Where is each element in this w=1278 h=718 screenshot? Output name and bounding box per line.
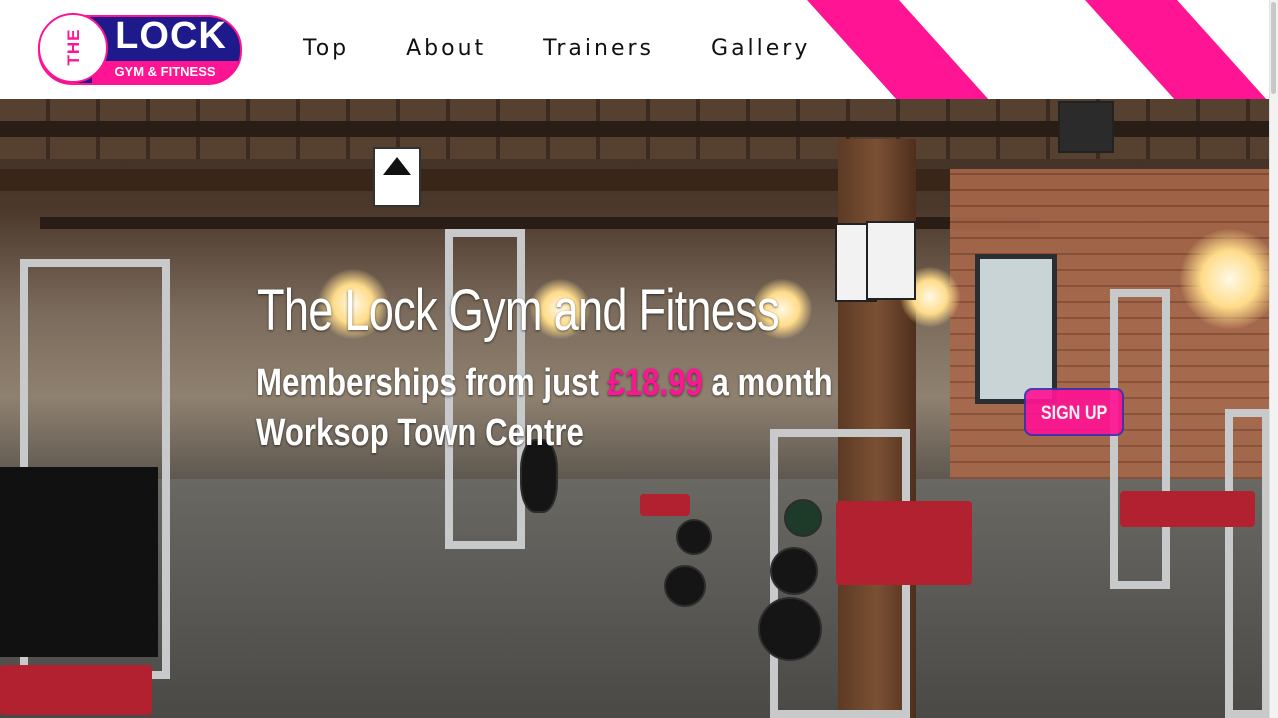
gym-machine <box>1225 409 1270 718</box>
site-header: LOCK GYM & FITNESS THE Top About Trainer… <box>0 0 1278 99</box>
bench-pad <box>640 494 690 516</box>
bench-pad <box>1120 491 1255 527</box>
bench-pad <box>836 501 972 585</box>
logo-the-text: THE <box>64 28 83 66</box>
logo-subtitle: GYM & FITNESS <box>92 61 238 83</box>
notice-sign <box>1058 101 1114 153</box>
weight-plate <box>676 519 712 555</box>
gym-machine <box>1110 289 1170 589</box>
page-scrollbar[interactable] <box>1269 0 1278 718</box>
black-panel <box>0 467 158 657</box>
weight-plate <box>784 499 822 537</box>
sign-up-label: SIGN UP <box>1040 403 1108 424</box>
hero-section: The Lock Gym and Fitness Memberships fro… <box>0 99 1270 718</box>
membership-prefix: Memberships from just <box>256 362 608 404</box>
nav-gallery[interactable]: Gallery <box>711 36 810 61</box>
main-nav: Top About Trainers Gallery <box>303 36 867 61</box>
weight-plate <box>770 547 818 595</box>
bench-pad <box>0 665 152 715</box>
notice-sign <box>866 221 916 300</box>
decorative-stripe <box>1076 0 1278 99</box>
weight-plate <box>758 597 822 661</box>
hero-title: The Lock Gym and Fitness <box>257 278 780 343</box>
nav-about[interactable]: About <box>406 36 486 61</box>
nav-top[interactable]: Top <box>303 36 349 61</box>
weight-plate <box>664 565 706 607</box>
scrollbar-thumb[interactable] <box>1271 2 1276 94</box>
sign-up-button[interactable]: SIGN UP <box>1024 388 1124 436</box>
membership-price: £18.99 <box>607 362 703 404</box>
location-line: Worksop Town Centre <box>256 412 584 454</box>
arrow-sign <box>373 147 421 207</box>
logo-lock-text: LOCK <box>115 15 227 57</box>
membership-suffix: a month <box>702 362 833 404</box>
nav-trainers[interactable]: Trainers <box>543 36 654 61</box>
site-logo[interactable]: LOCK GYM & FITNESS THE <box>38 13 242 85</box>
membership-line: Memberships from just £18.99 a month <box>256 362 833 405</box>
window <box>975 254 1057 404</box>
